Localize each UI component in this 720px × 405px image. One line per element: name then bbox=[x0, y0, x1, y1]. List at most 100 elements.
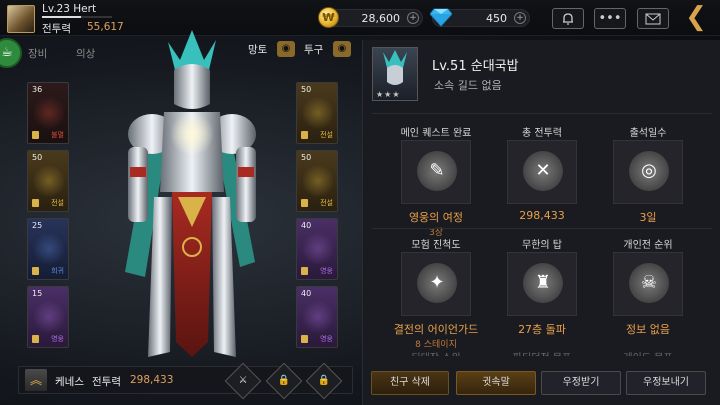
compass-icon: ✦ bbox=[417, 263, 457, 303]
sword-icon: ⚔ bbox=[238, 375, 248, 386]
stat-card[interactable]: ✎ bbox=[401, 140, 471, 204]
equipment-slot[interactable]: 25 희귀 bbox=[27, 218, 69, 280]
lock-icon bbox=[32, 131, 39, 139]
equipment-icon bbox=[34, 95, 64, 131]
whisper-button[interactable]: 귓속말 bbox=[456, 371, 536, 395]
character-cp-value: 298,433 bbox=[130, 374, 174, 386]
mail-button[interactable] bbox=[637, 8, 669, 29]
divider bbox=[372, 113, 712, 114]
stat-value: 27층 돌파 bbox=[518, 323, 566, 336]
slot-level: 40 bbox=[301, 221, 312, 230]
stat-card[interactable]: ✕ bbox=[507, 140, 577, 204]
stat-title: 메인 퀘스트 완료 bbox=[400, 128, 472, 139]
more-icon: ••• bbox=[598, 11, 622, 26]
helmet-portrait-icon bbox=[383, 50, 407, 85]
skull-icon: ☠ bbox=[629, 263, 669, 303]
slot-tier: 전설 bbox=[320, 199, 333, 207]
lock-icon bbox=[301, 335, 308, 343]
lock-icon: 🔒 bbox=[317, 375, 331, 386]
stat-value: 정보 없음 bbox=[626, 323, 670, 336]
quest-icon: ✎ bbox=[417, 151, 457, 191]
lock-icon bbox=[301, 267, 308, 275]
equipment-icon bbox=[303, 163, 333, 199]
profile-screen: Lv.23 Hert 전투력 55,617 28,600 + ₩ 450 + •… bbox=[0, 0, 720, 405]
slot-level: 50 bbox=[32, 153, 43, 162]
slot-level: 40 bbox=[301, 289, 312, 298]
back-button[interactable]: ❮ bbox=[681, 4, 711, 31]
lock-icon bbox=[32, 335, 39, 343]
player-level-name: Lv.23 Hert bbox=[42, 3, 97, 15]
slot-tier: 전설 bbox=[51, 199, 64, 207]
equipment-icon bbox=[34, 231, 64, 267]
stat-value: 298,433 bbox=[519, 209, 565, 222]
receive-friendship-button[interactable]: 우정받기 bbox=[541, 371, 621, 395]
cutoff-label: 파티던전 목표 bbox=[492, 349, 592, 356]
slot-level: 50 bbox=[301, 85, 312, 94]
add-gold-button[interactable]: + bbox=[407, 12, 419, 24]
gem-value: 450 bbox=[486, 12, 507, 25]
equipment-slot[interactable]: 50 전설 bbox=[27, 150, 69, 212]
equipment-slot[interactable]: 15 영웅 bbox=[27, 286, 69, 348]
stat-card[interactable]: ◎ bbox=[613, 140, 683, 204]
slot-tier: 영웅 bbox=[51, 335, 64, 343]
helmet-toggle-label: 투구 bbox=[304, 44, 324, 56]
equipment-icon bbox=[303, 95, 333, 131]
notification-button[interactable] bbox=[552, 8, 584, 29]
rank-chevron-icon: ︽ bbox=[25, 369, 47, 391]
add-gem-button[interactable]: + bbox=[514, 12, 526, 24]
gold-value: 28,600 bbox=[361, 12, 401, 25]
character-name: 케네스 bbox=[55, 376, 84, 388]
equipment-icon bbox=[303, 231, 333, 267]
stat-value: 영웅의 여정 bbox=[408, 211, 464, 224]
diamond-icon bbox=[430, 8, 452, 27]
stat-title: 총 전투력 bbox=[522, 128, 562, 139]
stat-title: 출석일수 bbox=[629, 128, 667, 139]
stat-card[interactable]: ☠ bbox=[613, 252, 683, 316]
character-model bbox=[125, 30, 256, 357]
lock-icon bbox=[301, 199, 308, 207]
stat-value: 결전의 어이언가드 bbox=[393, 323, 479, 336]
bell-icon bbox=[563, 13, 573, 25]
player-avatar[interactable] bbox=[7, 5, 35, 33]
equipment-tab-icon[interactable]: ☕ bbox=[0, 38, 22, 68]
equipment-icon bbox=[34, 299, 64, 335]
stat-card[interactable]: ✦ bbox=[401, 252, 471, 316]
combat-power-label: 전투력 bbox=[42, 23, 71, 35]
slot-tier: 영웅 bbox=[320, 335, 333, 343]
slot-level: 50 bbox=[301, 153, 312, 162]
tower-icon: ♜ bbox=[523, 263, 563, 303]
stat-title: 모험 진척도 bbox=[411, 240, 461, 251]
cutoff-label: 레이드 목표 bbox=[598, 349, 698, 356]
lock-icon bbox=[32, 199, 39, 207]
equipment-slot[interactable]: 50 전설 bbox=[296, 150, 338, 212]
portrait-stars: ★★★ bbox=[376, 90, 401, 99]
equipment-slot[interactable]: 36 불멸 bbox=[27, 82, 69, 144]
eye-icon: ◉ bbox=[337, 43, 347, 54]
lock-icon bbox=[32, 267, 39, 275]
slot-tier: 불멸 bbox=[51, 131, 64, 139]
mail-icon bbox=[645, 13, 661, 25]
delete-friend-button[interactable]: 친구 삭제 bbox=[371, 371, 449, 395]
tab-equipment[interactable]: 장비 bbox=[28, 46, 47, 61]
slot-level: 25 bbox=[32, 221, 43, 230]
equipment-slot[interactable]: 40 영웅 bbox=[296, 218, 338, 280]
more-button[interactable]: ••• bbox=[594, 8, 626, 29]
profile-guild: 소속 길드 없음 bbox=[434, 79, 502, 92]
slot-tier: 전설 bbox=[320, 131, 333, 139]
equipment-slot[interactable]: 50 전설 bbox=[296, 82, 338, 144]
swords-icon: ✕ bbox=[523, 151, 563, 191]
lock-icon bbox=[301, 131, 308, 139]
stat-card[interactable]: ♜ bbox=[507, 252, 577, 316]
stat-title: 개인전 순위 bbox=[623, 240, 673, 251]
xp-bar bbox=[42, 16, 112, 18]
cutoff-label: 티대장 소위 bbox=[386, 349, 486, 356]
stat-title: 무한의 탑 bbox=[522, 240, 562, 251]
equipment-slot[interactable]: 40 영웅 bbox=[296, 286, 338, 348]
slot-level: 36 bbox=[32, 85, 43, 94]
helmet-visibility-toggle[interactable]: ◉ bbox=[333, 41, 351, 57]
gold-coin-icon: ₩ bbox=[318, 7, 339, 28]
slot-level: 15 bbox=[32, 289, 43, 298]
lock-icon: 🔒 bbox=[277, 375, 291, 386]
equipment-icon bbox=[34, 163, 64, 199]
send-friendship-button[interactable]: 우정보내기 bbox=[626, 371, 706, 395]
